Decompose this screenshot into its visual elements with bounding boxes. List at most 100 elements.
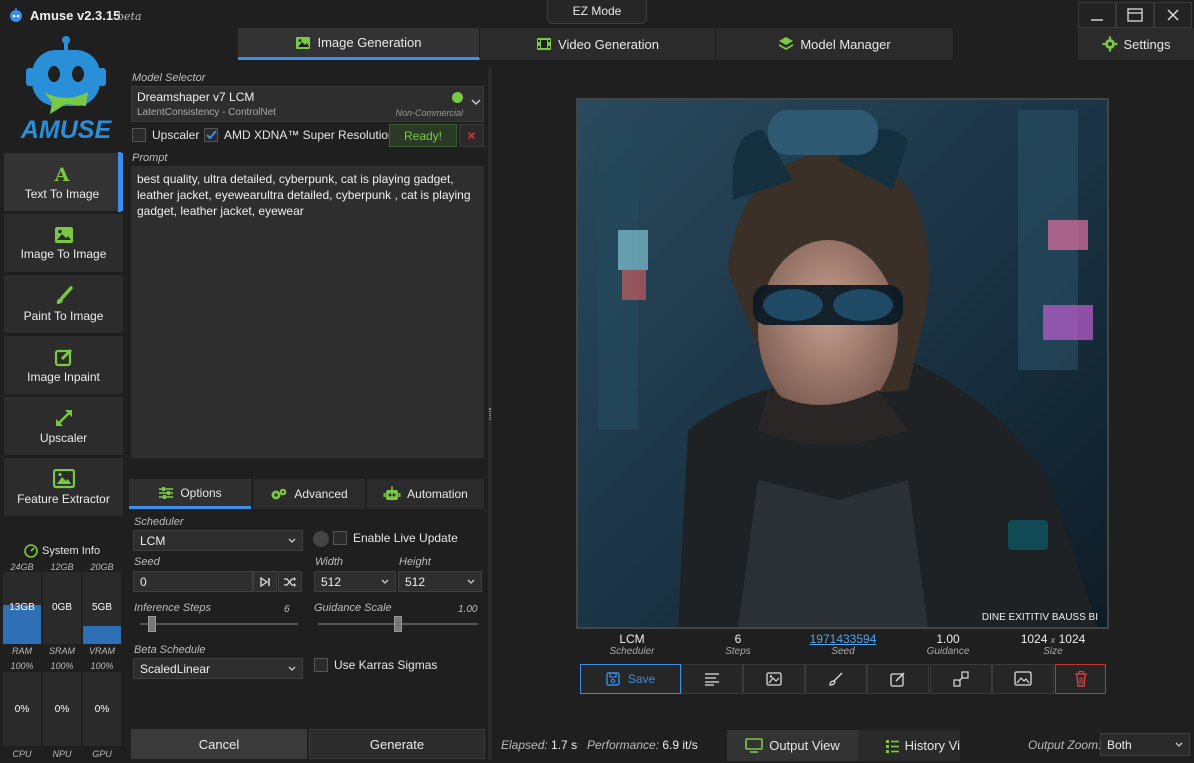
- inference-steps-value: 6: [284, 604, 290, 615]
- sidebar-item-image-inpaint[interactable]: Image Inpaint: [4, 336, 123, 394]
- gpu-meter: 0%: [83, 672, 121, 746]
- layers-icon: [779, 37, 794, 50]
- guidance-scale-value: 1.00: [458, 604, 478, 615]
- karras-sigmas-checkbox[interactable]: [314, 658, 328, 672]
- result-size-separator: x: [1050, 635, 1056, 645]
- send-to-image-to-image-button[interactable]: [743, 664, 805, 694]
- slider-thumb[interactable]: [394, 616, 402, 632]
- history-view-tab[interactable]: History Vi: [858, 730, 960, 761]
- super-resolution-status-button[interactable]: Ready!: [389, 124, 457, 147]
- tab-options[interactable]: Options: [129, 479, 251, 509]
- tab-model-manager[interactable]: Model Manager: [716, 28, 954, 60]
- upscaler-checkbox-row[interactable]: Upscaler: [132, 128, 199, 142]
- send-to-upscaler-button[interactable]: [930, 664, 992, 694]
- save-button[interactable]: Save: [580, 664, 681, 694]
- panel-splitter[interactable]: [488, 68, 492, 760]
- vram-meter-fill: [83, 626, 121, 644]
- vram-meter: 5GB: [83, 572, 121, 644]
- sidebar-item-image-to-image[interactable]: Image To Image: [4, 214, 123, 272]
- super-resolution-checkbox-row[interactable]: AMD XDNA™ Super Resolution: [204, 128, 395, 142]
- settings-label: Settings: [1123, 36, 1171, 52]
- cancel-button[interactable]: Cancel: [131, 729, 307, 759]
- settings-button[interactable]: Settings: [1078, 28, 1194, 60]
- expand-icon: [55, 409, 72, 426]
- live-update-row[interactable]: Enable Live Update: [333, 531, 458, 545]
- output-view-tab[interactable]: Output View: [727, 730, 858, 761]
- upscaler-checkbox[interactable]: [132, 128, 146, 142]
- result-size: 1024 x 1024 Size: [1003, 632, 1103, 657]
- gpu-capacity: 100%: [90, 661, 114, 671]
- robot-icon: [383, 486, 401, 500]
- tab-label: Advanced: [294, 487, 348, 501]
- super-resolution-clear-button[interactable]: ✕: [459, 124, 484, 147]
- history-view-label: History Vi: [904, 738, 960, 753]
- live-update-toggle[interactable]: [313, 531, 329, 547]
- result-steps-value: 6: [734, 632, 742, 646]
- maximize-button[interactable]: [1116, 2, 1154, 28]
- model-selector-dropdown[interactable]: Dreamshaper v7 LCM LatentConsistency - C…: [131, 86, 484, 122]
- sidebar-item-feature-extractor[interactable]: Feature Extractor: [4, 458, 123, 516]
- model-status-dot: [452, 92, 463, 103]
- brush-icon: [56, 285, 73, 304]
- width-select[interactable]: 512: [314, 571, 396, 592]
- ez-mode-toggle[interactable]: EZ Mode: [547, 0, 647, 24]
- send-to-inpaint-button[interactable]: [867, 664, 929, 694]
- text-lines-icon: [705, 673, 719, 686]
- image-icon: [766, 672, 782, 686]
- result-size-label: Size: [1043, 646, 1063, 657]
- app-beta-tag: beta: [117, 10, 142, 23]
- performance-value: 6.9 it/s: [662, 738, 698, 752]
- tab-image-generation[interactable]: Image Generation: [238, 28, 480, 60]
- copy-prompt-button[interactable]: [681, 664, 743, 694]
- seed-random-button[interactable]: [278, 571, 302, 592]
- skip-forward-icon: [260, 576, 270, 587]
- output-image: DINE EXITITIV BAUSS BI: [576, 98, 1109, 629]
- height-select[interactable]: 512: [398, 571, 482, 592]
- cpu-capacity: 100%: [10, 661, 34, 671]
- gpu-label: GPU: [92, 749, 112, 759]
- scheduler-select[interactable]: LCM: [133, 530, 303, 551]
- output-zoom-value: Both: [1107, 737, 1132, 752]
- generate-button[interactable]: Generate: [309, 729, 485, 759]
- beta-schedule-value: ScaledLinear: [140, 661, 211, 676]
- minimize-button[interactable]: [1078, 2, 1116, 28]
- result-seed-value[interactable]: 1971433594: [793, 632, 893, 646]
- beta-schedule-select[interactable]: ScaledLinear: [133, 658, 303, 679]
- karras-sigmas-row[interactable]: Use Karras Sigmas: [314, 658, 437, 672]
- tab-automation[interactable]: Automation: [367, 479, 484, 509]
- sidebar-item-label: Upscaler: [39, 430, 88, 445]
- output-zoom-select[interactable]: Both: [1100, 733, 1190, 756]
- seed-input[interactable]: 0: [133, 571, 253, 592]
- result-guidance-label: Guidance: [926, 646, 970, 657]
- chevron-down-icon: [1175, 742, 1183, 747]
- elapsed-value: 1.7 s: [551, 738, 578, 752]
- tab-video-generation[interactable]: Video Generation: [480, 28, 716, 60]
- system-info-title: System Info: [24, 544, 100, 558]
- generated-image: DINE EXITITIV BAUSS BI: [578, 100, 1107, 627]
- seed-step-button[interactable]: [253, 571, 277, 592]
- sram-label: SRAM: [48, 646, 75, 656]
- sidebar-item-paint-to-image[interactable]: Paint To Image: [4, 275, 123, 333]
- tab-label: Automation: [407, 487, 468, 501]
- tab-advanced[interactable]: Advanced: [253, 479, 365, 509]
- slider-thumb[interactable]: [148, 616, 156, 632]
- cpu-label: CPU: [12, 749, 32, 759]
- height-label: Height: [399, 556, 431, 568]
- karras-sigmas-label: Use Karras Sigmas: [334, 658, 438, 672]
- delete-button[interactable]: [1055, 664, 1106, 694]
- sidebar-item-text-to-image[interactable]: A Text To Image: [4, 153, 123, 211]
- width-label: Width: [315, 556, 344, 568]
- live-update-checkbox[interactable]: [333, 531, 347, 545]
- inference-steps-slider[interactable]: [140, 616, 298, 632]
- guidance-scale-slider[interactable]: [318, 616, 478, 632]
- chevron-down-icon: [471, 99, 481, 106]
- send-to-feature-extractor-button[interactable]: [992, 664, 1054, 694]
- super-resolution-checkbox[interactable]: [204, 128, 218, 142]
- svg-text:A: A: [54, 164, 70, 184]
- close-button[interactable]: [1154, 2, 1192, 28]
- prompt-textarea[interactable]: best quality, ultra detailed, cyberpunk,…: [131, 166, 484, 458]
- send-to-paint-button[interactable]: [805, 664, 867, 694]
- sliders-icon: [159, 486, 174, 499]
- gear-icon: [1102, 36, 1117, 52]
- sidebar-item-upscaler[interactable]: Upscaler: [4, 397, 123, 455]
